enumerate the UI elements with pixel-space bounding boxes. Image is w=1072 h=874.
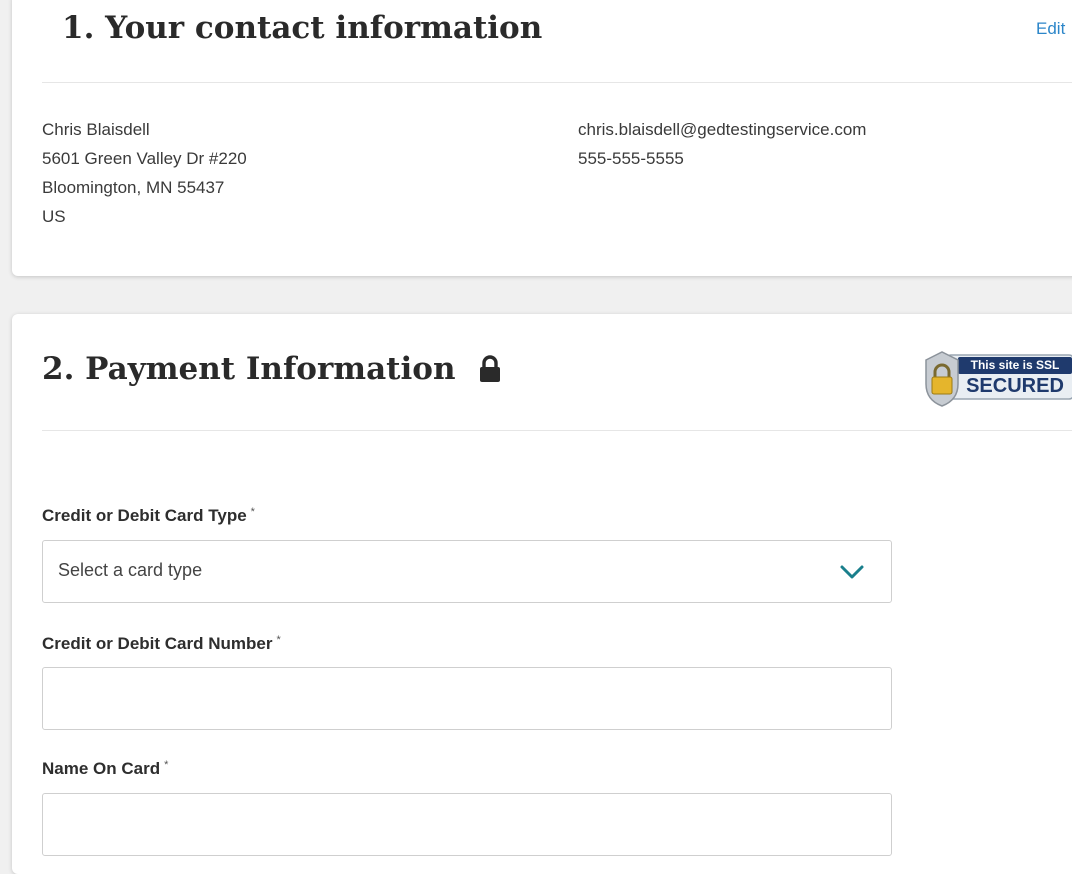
contact-details-block: chris.blaisdell@gedtestingservice.com 55… [578, 115, 866, 173]
card-number-label-text: Credit or Debit Card Number [42, 634, 273, 653]
address-street: 5601 Green Valley Dr #220 [42, 149, 247, 168]
name-on-card-field[interactable] [42, 793, 892, 856]
contact-phone: 555-555-5555 [578, 149, 684, 168]
payment-information-section: 2. Payment Information This site is SSL … [12, 314, 1072, 874]
required-mark: * [276, 634, 281, 646]
ssl-secured-badge: This site is SSL SECURED [918, 348, 1072, 408]
lock-icon [478, 355, 502, 383]
payment-section-title: 2. Payment Information [42, 351, 502, 387]
contact-section-title: 1. Your contact information [62, 10, 543, 46]
ssl-badge-line1: This site is SSL [970, 358, 1060, 372]
card-number-label: Credit or Debit Card Number * [42, 634, 281, 654]
card-type-label-text: Credit or Debit Card Type [42, 506, 247, 525]
contact-email: chris.blaisdell@gedtestingservice.com [578, 120, 867, 139]
address-block: Chris Blaisdell 5601 Green Valley Dr #22… [42, 115, 247, 231]
payment-divider [42, 430, 1072, 431]
card-number-input[interactable] [43, 668, 891, 729]
name-on-card-label-text: Name On Card [42, 759, 161, 778]
payment-title-text: 2. Payment Information [42, 351, 456, 387]
card-number-field[interactable] [42, 667, 892, 730]
name-on-card-label: Name On Card * [42, 759, 168, 779]
contact-information-section: 1. Your contact information Edit Chris B… [12, 0, 1072, 276]
ssl-badge-line2: SECURED [966, 375, 1064, 397]
address-city: Bloomington, MN 55437 [42, 178, 225, 197]
contact-divider [42, 82, 1072, 83]
chevron-down-icon [839, 563, 865, 581]
name-on-card-input[interactable] [43, 794, 891, 855]
required-mark: * [250, 506, 255, 518]
required-mark: * [164, 759, 169, 771]
address-name: Chris Blaisdell [42, 120, 150, 139]
card-type-select[interactable]: Select a card type [42, 540, 892, 603]
card-type-selected-value: Select a card type [58, 560, 203, 580]
card-type-label: Credit or Debit Card Type * [42, 506, 255, 526]
address-country: US [42, 207, 66, 226]
edit-contact-link[interactable]: Edit [1036, 19, 1065, 39]
